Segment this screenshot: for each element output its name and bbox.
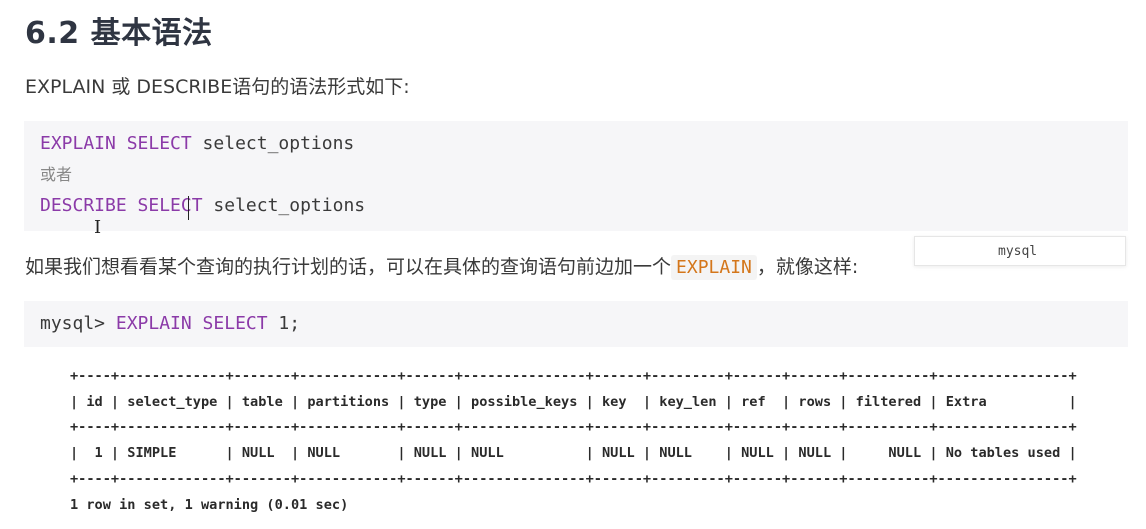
inline-code-explain: EXPLAIN bbox=[671, 255, 757, 280]
result-output-block: +----+-------------+-------+------------… bbox=[24, 350, 1128, 529]
result-footer: 1 row in set, 1 warning (0.01 sec) bbox=[70, 496, 349, 513]
table-border-middle: +----+-------------+-------+------------… bbox=[70, 419, 1077, 436]
code-line-describe: DESCRIBE SELECT select_options bbox=[40, 194, 365, 218]
example-code-block: mysql> EXPLAIN SELECT 1; bbox=[24, 301, 1128, 347]
ibeam-cursor-icon: I bbox=[94, 217, 102, 238]
table-row: | 1 | SIMPLE | NULL | NULL | NULL | NULL… bbox=[70, 445, 1077, 462]
result-table: +----+-------------+-------+------------… bbox=[70, 364, 1077, 518]
paragraph-text: 如果我们想看看某个查询的执行计划的话，可以在具体的查询语句前边加一个 bbox=[25, 256, 672, 278]
table-border-bottom: +----+-------------+-------+------------… bbox=[70, 470, 1077, 487]
code-text: select_options bbox=[191, 133, 355, 154]
code-text: 1; bbox=[267, 313, 301, 334]
code-line-example: mysql> EXPLAIN SELECT 1; bbox=[40, 312, 300, 336]
paragraph-text-end: ，就像这样: bbox=[756, 256, 859, 278]
code-text: select_options bbox=[202, 195, 366, 216]
code-line-explain: EXPLAIN SELECT select_options bbox=[40, 132, 354, 156]
code-line-comment: 或者 bbox=[40, 165, 73, 184]
code-keyword: EXPLAIN SELECT bbox=[115, 313, 268, 334]
code-prompt: mysql> bbox=[40, 313, 116, 334]
intro-paragraph: EXPLAIN 或 DESCRIBE语句的语法形式如下: bbox=[25, 76, 410, 98]
syntax-code-block: EXPLAIN SELECT select_options 或者 DESCRIB… bbox=[24, 121, 1128, 231]
explain-paragraph: 如果我们想看看某个查询的执行计划的话，可以在具体的查询语句前边加一个 EXPLAI… bbox=[25, 252, 859, 280]
table-header-row: | id | select_type | table | partitions … bbox=[70, 393, 1077, 410]
code-language-tag[interactable]: mysql bbox=[914, 236, 1126, 266]
section-heading: 6.2 基本语法 bbox=[25, 16, 213, 51]
text-caret bbox=[188, 196, 189, 220]
code-keyword: DESCRIBE SELECT bbox=[40, 195, 203, 216]
table-border-top: +----+-------------+-------+------------… bbox=[70, 368, 1077, 384]
code-keyword: EXPLAIN SELECT bbox=[40, 133, 192, 154]
